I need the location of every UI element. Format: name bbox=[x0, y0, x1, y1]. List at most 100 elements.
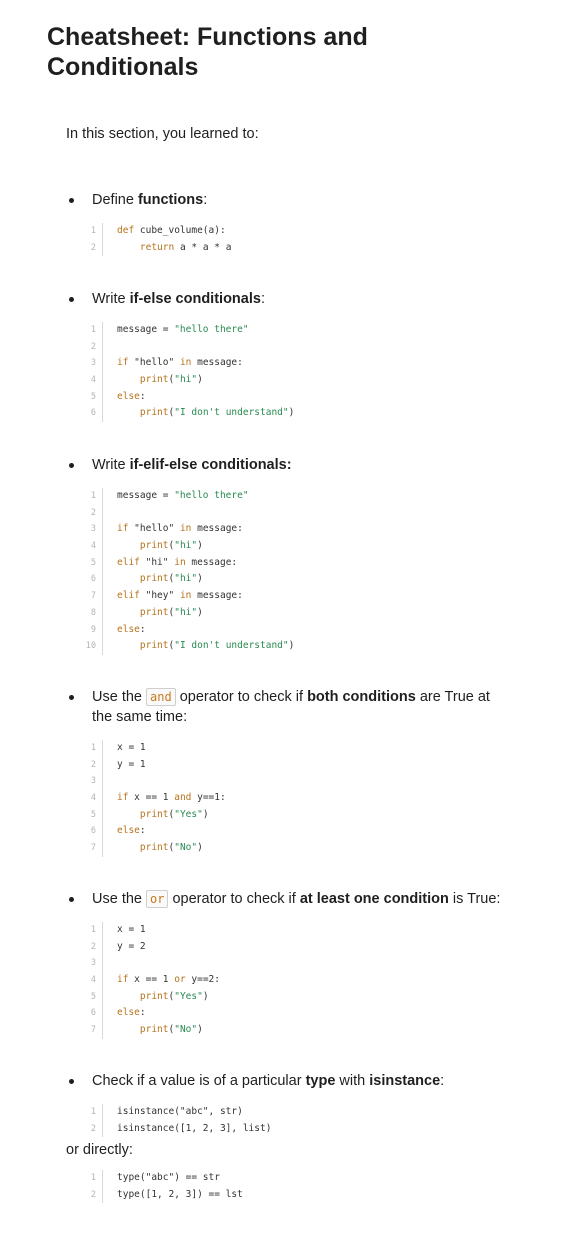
code-text: y = 2 bbox=[117, 939, 146, 956]
line-number: 5 bbox=[90, 391, 96, 402]
code-line: 2 bbox=[80, 504, 520, 522]
code-line: 5 else: bbox=[80, 388, 520, 406]
code-line: 2 return a * a * a bbox=[80, 239, 520, 257]
code-text: if x == 1 or y==2: bbox=[117, 972, 220, 989]
code-gutter bbox=[102, 372, 103, 389]
inline-code-and: and bbox=[146, 688, 176, 706]
line-number: 6 bbox=[90, 1008, 96, 1019]
code-keyword: print bbox=[139, 606, 169, 618]
code-gutter bbox=[102, 1104, 103, 1121]
code-line: 1 x = 1 bbox=[80, 922, 520, 939]
code-token: message: bbox=[191, 357, 243, 369]
code-keyword: def bbox=[117, 225, 140, 236]
code-text: else: bbox=[117, 1005, 146, 1022]
code-string: "Yes" bbox=[174, 990, 203, 1002]
code-token: ) bbox=[197, 1024, 203, 1036]
line-number: 5 bbox=[90, 557, 96, 568]
code-text: print("hi") bbox=[117, 538, 203, 555]
code-keyword: in bbox=[179, 523, 192, 535]
bullet-and-operator: Use the and operator to check if both co… bbox=[69, 687, 512, 727]
code-token: "hello" bbox=[134, 523, 180, 535]
code-text: isinstance("abc", str) bbox=[117, 1104, 243, 1121]
code-keyword: print bbox=[139, 842, 169, 854]
code-keyword: print bbox=[139, 640, 169, 652]
code-keyword: if bbox=[117, 974, 135, 986]
code-line: 3 bbox=[80, 773, 520, 791]
code-token: y==1: bbox=[191, 792, 226, 804]
code-keyword: if bbox=[117, 792, 135, 804]
code-line: 4 print("hi") bbox=[80, 372, 520, 389]
code-string: "hello there" bbox=[174, 324, 249, 335]
code-text: isinstance([1, 2, 3], list) bbox=[117, 1121, 271, 1138]
code-line: 2 y = 2 bbox=[80, 938, 520, 956]
code-gutter bbox=[102, 756, 103, 774]
intro-text: In this section, you learned to: bbox=[66, 126, 259, 142]
code-gutter bbox=[102, 239, 103, 257]
code-token: "hi" bbox=[145, 556, 175, 568]
code-gutter bbox=[102, 588, 103, 605]
code-keyword: else bbox=[117, 623, 140, 635]
code-token: ) bbox=[202, 808, 209, 820]
line-number: 4 bbox=[90, 975, 96, 986]
code-line: 3 if "hello" in message: bbox=[80, 355, 520, 373]
code-text: print("hi") bbox=[117, 372, 203, 389]
code-gutter bbox=[102, 1005, 103, 1023]
code-text: print("hi") bbox=[117, 571, 203, 588]
code-line: 6 else: bbox=[80, 823, 520, 841]
code-gutter bbox=[102, 388, 103, 406]
line-number: 3 bbox=[90, 776, 96, 787]
code-gutter bbox=[102, 938, 103, 956]
code-token: : bbox=[139, 825, 146, 837]
code-keyword: and bbox=[174, 792, 192, 804]
line-number: 2 bbox=[90, 941, 96, 952]
code-line: 1 isinstance("abc", str) bbox=[80, 1104, 520, 1121]
code-token: message = bbox=[117, 324, 175, 335]
code-line: 10 print("I don't understand") bbox=[80, 638, 520, 655]
code-line: 1 message = "hello there" bbox=[80, 488, 520, 505]
code-keyword: print bbox=[139, 540, 169, 552]
code-string: "hi" bbox=[174, 573, 198, 585]
code-token: "hey" bbox=[145, 590, 180, 602]
bullet-or-operator: Use the or operator to check if at least… bbox=[69, 889, 512, 909]
code-token: "hello" bbox=[134, 357, 180, 369]
code-token: y = 2 bbox=[117, 940, 146, 952]
line-number: 10 bbox=[85, 641, 96, 652]
code-token: x = 1 bbox=[117, 924, 146, 935]
line-number: 6 bbox=[90, 826, 96, 837]
code-gutter bbox=[102, 338, 103, 356]
code-text: x = 1 bbox=[117, 740, 146, 757]
code-line: 1 message = "hello there" bbox=[80, 322, 520, 339]
bullet-isinstance: Check if a value is of a particular type… bbox=[69, 1071, 512, 1091]
code-line: 2 bbox=[80, 338, 520, 356]
code-gutter bbox=[102, 638, 103, 655]
line-number: 1 bbox=[90, 491, 96, 501]
code-token: : bbox=[139, 623, 146, 635]
code-line: 5 print("Yes") bbox=[80, 988, 520, 1006]
code-string: "I don't understand" bbox=[174, 407, 289, 419]
code-token: : bbox=[139, 1007, 146, 1019]
code-token: y==2: bbox=[185, 974, 220, 986]
code-text: else: bbox=[117, 389, 146, 406]
code-keyword: in bbox=[179, 357, 192, 369]
code-line: 2 y = 1 bbox=[80, 756, 520, 774]
code-gutter bbox=[102, 988, 103, 1006]
line-number: 6 bbox=[90, 408, 96, 419]
code-block-type: 1 type("abc") == str 2 type([1, 2, 3]) == l… bbox=[80, 1170, 520, 1204]
line-number: 7 bbox=[90, 591, 96, 602]
code-block-and: 1x = 12y = 1 3 4 if x == 1 and y==1: 5 print… bbox=[80, 740, 520, 857]
code-gutter bbox=[102, 355, 103, 373]
code-string: "hi" bbox=[174, 540, 198, 552]
code-token: isinstance([1, 2, 3], list) bbox=[117, 1122, 272, 1134]
code-token: message: bbox=[191, 523, 243, 535]
line-number: 1 bbox=[90, 325, 96, 335]
code-token: message: bbox=[185, 556, 238, 568]
code-text: def cube_volume(a): bbox=[117, 223, 226, 240]
code-token: x == 1 bbox=[134, 974, 175, 986]
code-gutter bbox=[102, 488, 103, 505]
line-number: 2 bbox=[90, 341, 96, 352]
code-text: print("hi") bbox=[117, 605, 203, 622]
